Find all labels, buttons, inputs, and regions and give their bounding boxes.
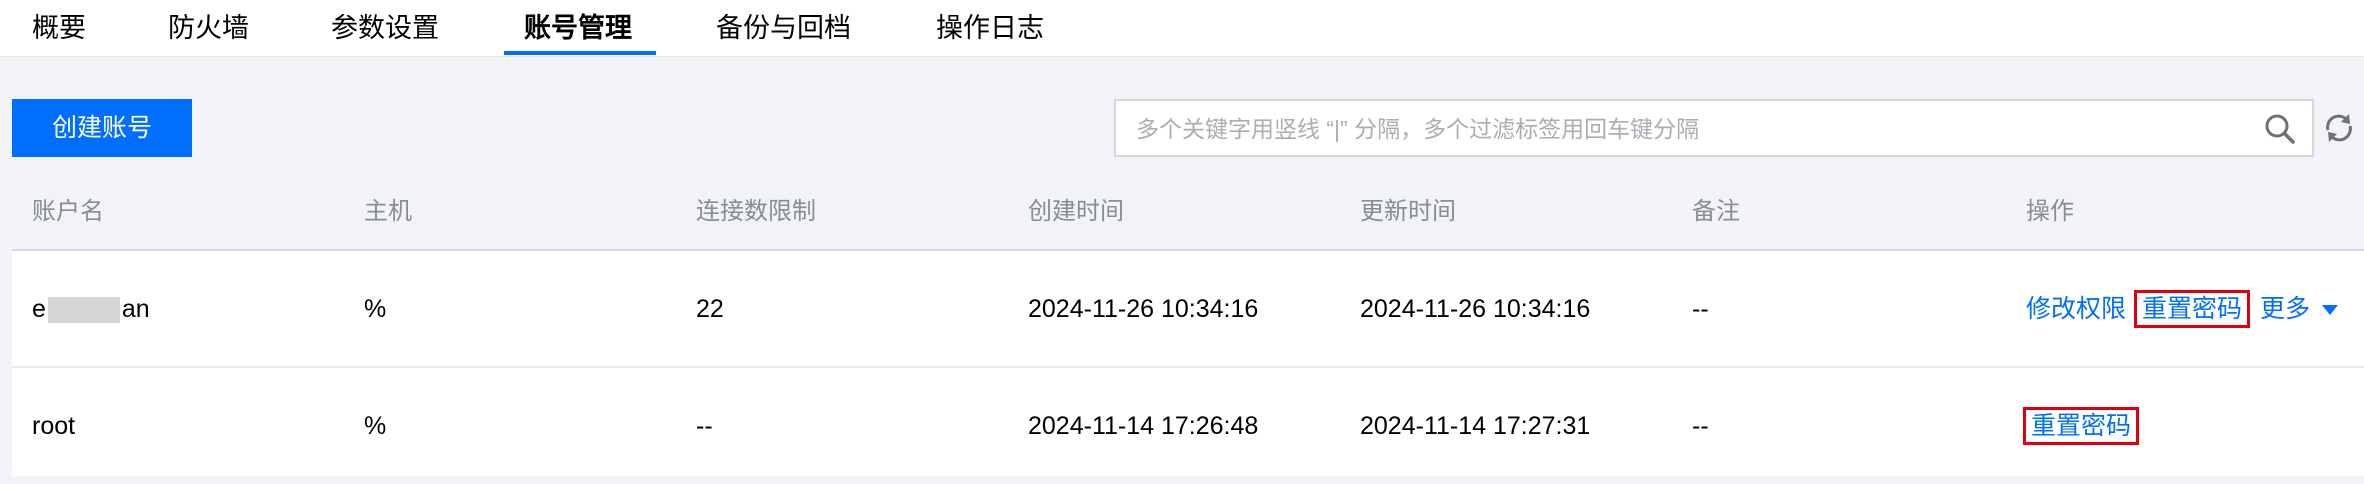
search-input[interactable] [1136,111,2236,147]
created-time-cell: 2024-11-26 10:34:16 [1028,295,1259,323]
connection-limit-cell: -- [696,412,713,440]
active-tab-indicator [504,51,656,55]
host-cell: % [364,295,387,323]
column-header-created-time: 创建时间 [1028,198,1124,225]
account-name-cell: e an [32,251,150,368]
remark-cell: -- [1692,412,1709,440]
actions-cell: 修改权限 重置密码 更多 [2026,251,2338,368]
account-name-prefix: e [32,295,46,323]
tab-overview[interactable]: 概要 [32,0,86,57]
account-name-suffix: an [121,295,150,323]
actions-cell: 重置密码 [2022,368,2140,484]
modify-permissions-link[interactable]: 修改权限 [2026,295,2126,323]
table-header: 账户名 主机 连接数限制 创建时间 更新时间 备注 操作 [12,174,2364,251]
updated-time-cell: 2024-11-26 10:34:16 [1360,295,1591,323]
column-header-host: 主机 [364,198,412,225]
connection-limit-cell: 22 [696,295,724,323]
reset-password-link[interactable]: 重置密码 [2133,290,2250,328]
tab-account-management[interactable]: 账号管理 [524,0,632,57]
created-time-cell: 2024-11-14 17:26:48 [1028,412,1259,440]
reset-password-link[interactable]: 重置密码 [2022,407,2140,445]
remark-cell: -- [1692,295,1709,323]
caret-down-icon [2321,305,2338,316]
more-actions-dropdown[interactable]: 更多 [2260,295,2338,323]
account-name-cell: root [32,412,76,440]
tab-operation-log[interactable]: 操作日志 [936,0,1044,57]
column-header-updated-time: 更新时间 [1360,198,1456,225]
refresh-icon[interactable] [2322,111,2356,145]
column-header-remark: 备注 [1692,198,1740,225]
updated-time-cell: 2024-11-14 17:27:31 [1360,412,1591,440]
column-header-connection-limit: 连接数限制 [696,198,816,225]
tab-bar: 概要 防火墙 参数设置 账号管理 备份与回档 操作日志 [0,0,2364,57]
tab-parameter-settings[interactable]: 参数设置 [331,0,439,57]
table-row: e an % 22 2024-11-26 10:34:16 2024-11-26 … [12,251,2364,368]
search-icon[interactable] [2264,113,2296,145]
host-cell: % [364,412,387,440]
create-account-button[interactable]: 创建账号 [12,99,192,157]
accounts-table: 账户名 主机 连接数限制 创建时间 更新时间 备注 操作 e an % 22 20… [12,174,2364,476]
more-actions-label: 更多 [2259,295,2310,323]
tab-backup-restore[interactable]: 备份与回档 [716,0,851,57]
column-header-account: 账户名 [32,198,104,225]
table-row: root % -- 2024-11-14 17:26:48 2024-11-14… [12,368,2364,476]
tab-firewall[interactable]: 防火墙 [168,0,249,57]
search-box[interactable] [1114,99,2314,157]
column-header-actions: 操作 [2026,198,2074,225]
redacted-mask [47,297,120,324]
